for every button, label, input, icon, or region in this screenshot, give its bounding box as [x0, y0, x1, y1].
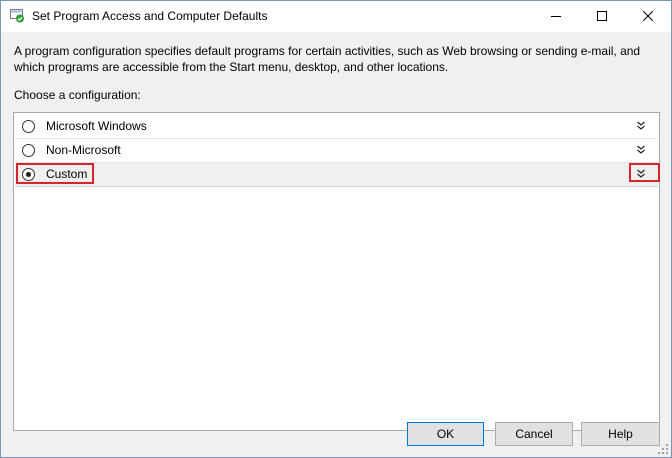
ok-button[interactable]: OK	[407, 422, 484, 446]
double-chevron-down-icon	[637, 121, 645, 130]
config-row-non-microsoft[interactable]: Non-Microsoft	[15, 139, 658, 163]
help-button[interactable]: Help	[581, 422, 660, 446]
title-bar: Set Program Access and Computer Defaults	[1, 1, 671, 32]
program-defaults-icon	[10, 9, 25, 23]
maximize-button[interactable]	[579, 1, 625, 32]
double-chevron-down-icon	[637, 145, 645, 154]
config-row-microsoft-windows[interactable]: Microsoft Windows	[15, 115, 658, 139]
cancel-button[interactable]: Cancel	[495, 422, 573, 446]
config-label-non-microsoft: Non-Microsoft	[46, 143, 121, 157]
minimize-button[interactable]	[533, 1, 579, 32]
window-title: Set Program Access and Computer Defaults	[32, 9, 268, 23]
custom-expander-highlight	[629, 163, 660, 182]
custom-option-highlight	[16, 163, 94, 184]
close-icon	[643, 11, 653, 21]
maximize-icon	[597, 11, 607, 21]
dialog-window: Set Program Access and Computer Defaults…	[0, 0, 672, 458]
description-text: A program configuration specifies defaul…	[14, 44, 641, 74]
radio-non-microsoft[interactable]	[22, 144, 35, 157]
dialog-content: A program configuration specifies defaul…	[1, 32, 671, 457]
expand-non-microsoft-button[interactable]	[634, 143, 648, 157]
configuration-list: Microsoft Windows Non-Microsoft Custom	[13, 112, 660, 431]
minimize-icon	[551, 16, 561, 17]
close-button[interactable]	[625, 1, 671, 32]
resize-grip-icon[interactable]	[657, 443, 669, 455]
config-row-custom[interactable]: Custom	[15, 163, 658, 187]
expand-microsoft-windows-button[interactable]	[634, 119, 648, 133]
config-label-microsoft-windows: Microsoft Windows	[46, 119, 147, 133]
choose-configuration-label: Choose a configuration:	[14, 88, 141, 102]
radio-microsoft-windows[interactable]	[22, 120, 35, 133]
